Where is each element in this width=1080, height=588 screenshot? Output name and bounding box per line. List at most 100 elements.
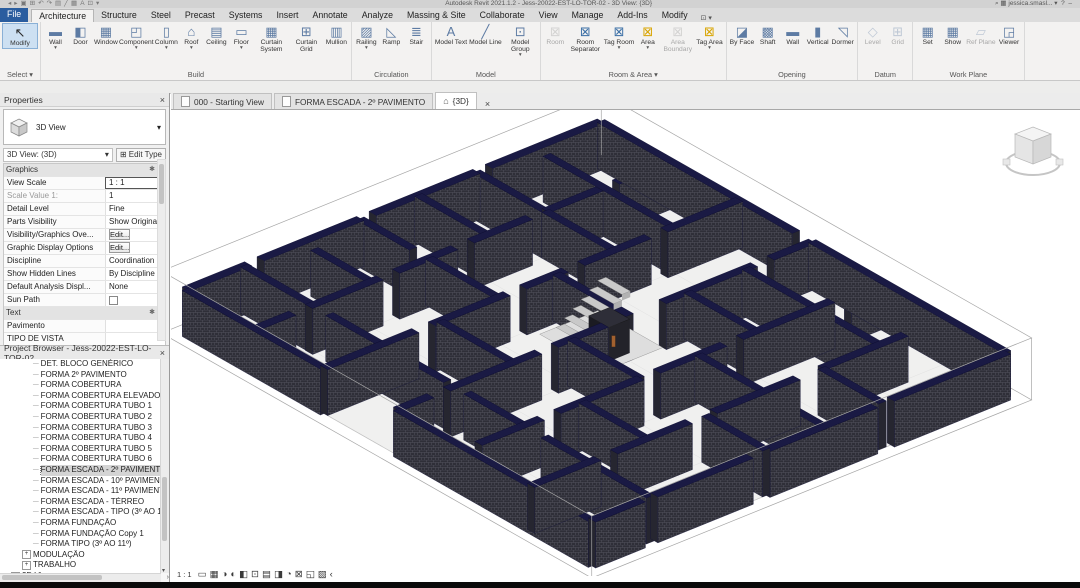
prop-value[interactable]: None [105,281,165,293]
prop-value[interactable]: 1 : 1 [105,177,165,189]
view-name-dropdown[interactable]: 3D View: (3D)▾ [3,148,113,162]
room-button[interactable]: ⊠Room [543,23,568,47]
model-group-button[interactable]: ⊡Model Group▾ [503,23,538,59]
view-cube[interactable] [1000,118,1066,184]
ribbon-tab-collaborate[interactable]: Collaborate [473,9,532,22]
type-selector[interactable]: 3D View ▾ [3,109,166,145]
tree-item[interactable]: ─FORMA COBERTURA TUBO 1 [0,401,161,412]
lock-view-icon[interactable]: ▤ [262,569,271,580]
modify-extra-icon[interactable]: ⊡ ▾ [701,14,712,22]
constraints-icon[interactable]: ‹ [330,569,333,580]
tree-item[interactable]: ─FORMA ESCADA - 2º PAVIMENTO [0,465,161,476]
model-line-button[interactable]: ╱Model Line [468,23,503,47]
show-button[interactable]: ▦Show [940,23,965,47]
viewer-button[interactable]: ◲Viewer [997,23,1022,47]
area-button[interactable]: ⊠Area▾ [635,23,660,52]
sun-path-icon[interactable]: ◑ [222,569,228,580]
ribbon-tab-view[interactable]: View [532,9,565,22]
view-tab--3d-[interactable]: ⌂{3D} [435,92,477,109]
stair-button[interactable]: ≣Stair [404,23,429,47]
tree-item[interactable]: ─FORMA 2º PAVIMENTO [0,370,161,381]
curtain-grid-button[interactable]: ⊞Curtain Grid [289,23,324,54]
tree-item[interactable]: +TRABALHO [0,560,161,571]
section-text[interactable]: Text✱ ∧ [4,307,165,320]
panel-label[interactable]: Room & Area ▾ [543,69,724,80]
model-text-button[interactable]: AModel Text [434,23,468,47]
hide-isolate-icon[interactable]: ◨ [274,569,283,580]
ref-plane-button[interactable]: ▱Ref Plane [965,23,996,47]
ribbon-tab-precast[interactable]: Precast [178,9,222,22]
tree-item[interactable]: ─FORMA COBERTURA TUBO 2 [0,412,161,423]
expand-icon[interactable]: + [22,561,31,570]
quick-access-toolbar[interactable]: ◂▸▣⊞↶↷▤╱▦A⊡▾ [8,0,102,8]
floor-button[interactable]: ▭Floor▾ [229,23,254,52]
edit-button[interactable]: Edit... [109,229,130,240]
wall-button[interactable]: ▬Wall [780,23,805,47]
tree-item[interactable]: ─FORMA ESCADA - TÉRREO [0,497,161,508]
project-browser-close-icon[interactable]: × [160,348,165,358]
ribbon-tab-structure[interactable]: Structure [94,9,144,22]
vertical-button[interactable]: ▮Vertical [805,23,830,47]
roof-button[interactable]: ⌂Roof▾ [179,23,204,52]
properties-scrollbar[interactable] [157,159,166,341]
ceiling-button[interactable]: ▤Ceiling [204,23,229,47]
browser-hscrollbar[interactable]: › [0,573,161,582]
temporary-view-icon[interactable]: ◱ [306,569,315,580]
tree-item[interactable]: ─FORMA COBERTURA ELEVADOR [0,391,161,402]
sun-path-checkbox[interactable] [109,296,118,305]
reveal-hidden-icon[interactable]: ◔ [286,569,292,580]
prop-value[interactable]: Fine [105,203,165,215]
mullion-button[interactable]: ▥Mullion [324,23,349,47]
crop-view-icon[interactable]: ◧ [239,569,248,580]
ribbon-tab-manage[interactable]: Manage [565,9,611,22]
ramp-button[interactable]: ◺Ramp [379,23,404,47]
ribbon-tab-modify[interactable]: Modify [655,9,695,22]
section-graphics[interactable]: Graphics✱ ∧ [4,164,165,177]
level-button[interactable]: ◇Level [860,23,885,47]
set-button[interactable]: ▦Set [915,23,940,47]
browser-vscrollbar[interactable]: ▾ [160,359,169,573]
show-crop-icon[interactable]: ⊡ [251,569,259,580]
wall-button[interactable]: ▬Wall▾ [43,23,68,52]
dormer-button[interactable]: ◹Dormer [830,23,855,47]
tree-item[interactable]: ─FORMA ESCADA - TIPO (3º AO 10º PA [0,507,161,518]
tree-item[interactable]: ─FORMA COBERTURA [0,380,161,391]
tree-item[interactable]: ─FORMA ESCADA - 10º PAVIMENTO [0,476,161,487]
ribbon-tab-annotate[interactable]: Annotate [305,9,354,22]
prop-value[interactable]: Edit... [105,229,165,241]
view-tab-forma-escada-2-pavimento[interactable]: FORMA ESCADA - 2º PAVIMENTO [274,93,433,109]
tag-room-button[interactable]: ⊠Tag Room▾ [603,23,635,52]
tag-area-button[interactable]: ⊠Tag Area▾ [695,23,723,52]
ribbon-tab-add-ins[interactable]: Add-Ins [610,9,654,22]
tree-item[interactable]: ─FORMA COBERTURA TUBO 3 [0,423,161,434]
prop-value[interactable]: By Discipline [105,268,165,280]
edit-button[interactable]: Edit... [109,242,130,253]
room-separator-button[interactable]: ⊠Room Separator [568,23,603,54]
railing-button[interactable]: ▨Railing▾ [354,23,379,52]
door-button[interactable]: ◧Door [68,23,93,47]
ribbon-tab-file[interactable]: File [0,8,28,22]
expand-icon[interactable]: + [22,550,31,559]
ribbon-tab-insert[interactable]: Insert [269,9,305,22]
visual-style-icon[interactable]: ▦ [210,569,219,580]
panel-label[interactable]: Select ▾ [2,69,38,80]
ribbon-tab-steel[interactable]: Steel [144,9,178,22]
component-button[interactable]: ◰Component▾ [119,23,154,52]
type-selector-dropdown-icon[interactable]: ▾ [157,123,161,132]
tree-item[interactable]: ─FORMA ESCADA - 11º PAVIMENTO [0,486,161,497]
shadows-icon[interactable]: ◐ [230,569,236,580]
prop-value[interactable]: Edit... [105,242,165,254]
window-button[interactable]: ▦Window [93,23,119,47]
modify-button[interactable]: ↖Modify [2,23,38,49]
curtain-system-button[interactable]: ▦Curtain System [254,23,289,54]
tree-item[interactable]: ─DET. BLOCO GENÉRICO [0,359,161,370]
properties-close-icon[interactable]: × [160,95,165,105]
worksharing-icon[interactable]: ⊠ [295,569,303,580]
view-scale-button[interactable]: 1 : 1 [177,570,192,579]
tree-item[interactable]: ─FORMA COBERTURA TUBO 4 [0,433,161,444]
prop-value[interactable]: Show Original [105,216,165,228]
tree-item[interactable]: ─FORMA TIPO (3º AO 11º) [0,539,161,550]
ribbon-tab-architecture[interactable]: Architecture [31,9,94,22]
grid-button[interactable]: ⊞Grid [885,23,910,47]
tree-item[interactable]: ─FORMA FUNDAÇÃO Copy 1 [0,529,161,540]
